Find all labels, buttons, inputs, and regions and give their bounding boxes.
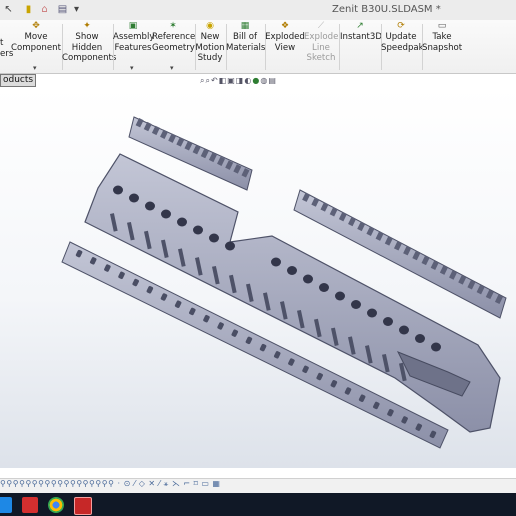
reference-geometry-icon: ✶: [169, 21, 177, 31]
move-component-dropdown-icon[interactable]: ▾: [33, 64, 37, 72]
assembly-features-button[interactable]: ▣ Assembly Features: [113, 21, 155, 53]
vent-hole: [383, 317, 393, 326]
explode-line-icon: ⟋: [317, 21, 325, 31]
take-snapshot-button[interactable]: ▭ Take Snapshot: [422, 22, 462, 53]
reference-geometry-dropdown-icon[interactable]: ▾: [170, 64, 174, 72]
bill-of-materials-button[interactable]: ▦ Bill of Materials: [226, 21, 266, 53]
vent-hole: [335, 291, 345, 301]
options-icon[interactable]: ▮: [22, 3, 35, 16]
vent-hole: [271, 257, 281, 267]
title-bar: ↖ ▮ ⌂ ▤ ▾ Zenit B30U.SLDASM *: [0, 0, 516, 21]
speedpak-icon: ⟳: [397, 21, 405, 31]
file-properties-icon[interactable]: ▤: [56, 3, 69, 16]
command-manager-ribbon: t ers ✥ Move Component ▾ ✦ Show Hidden C…: [0, 20, 516, 74]
move-component-button[interactable]: ✥ Move Component: [11, 22, 61, 53]
snapshot-icon: ▭: [437, 21, 447, 31]
dropdown-arrow-icon[interactable]: ▾: [70, 3, 83, 16]
vent-hole: [113, 185, 123, 195]
vent-hole: [351, 300, 361, 309]
solidworks-icon[interactable]: [22, 497, 38, 513]
vent-hole: [129, 193, 139, 203]
vent-hole: [431, 342, 441, 352]
show-hidden-icon: ✦: [83, 21, 91, 31]
assembly-features-label: Assembly Features: [113, 32, 155, 53]
vent-hole: [415, 334, 425, 343]
start-icon[interactable]: [0, 497, 12, 513]
instant3d-label: Instant3D: [340, 32, 382, 42]
windows-taskbar: [0, 493, 516, 516]
vent-hole: [287, 266, 297, 275]
tab-sw-products[interactable]: oducts: [0, 74, 37, 87]
vent-hole: [193, 225, 203, 235]
vent-hole: [319, 283, 329, 292]
exploded-view-button[interactable]: ❖ Exploded View: [265, 22, 305, 53]
rebuild-icon[interactable]: ⌂: [38, 3, 51, 16]
move-component-label: Move Component: [11, 32, 61, 53]
vent-hole: [303, 274, 313, 284]
partial-ribbon-button[interactable]: t ers: [0, 38, 13, 59]
new-motion-study-label: New Motion Study: [195, 32, 225, 64]
view-orientation-icon[interactable]: ▣: [227, 76, 236, 85]
bill-of-materials-label: Bill of Materials: [226, 32, 266, 53]
select-tool-icon[interactable]: ↖: [2, 3, 15, 16]
new-motion-study-button[interactable]: ◉ New Motion Study: [195, 22, 225, 64]
sketch-toolbar: ⚲⚲⚲⚲⚲⚲⚲⚲⚲⚲⚲⚲⚲⚲⚲⚲⚲⚲ · ⊙ ⁄ ◇ ✕ ⁄ ⚹ ⋋ ⌐ ⌑ ▭…: [0, 478, 516, 493]
show-hidden-label: Show Hidden Components: [62, 32, 117, 64]
vent-hole: [225, 241, 235, 251]
section-view-icon[interactable]: ◧: [219, 76, 228, 85]
instant3d-icon: ↗: [356, 21, 364, 31]
exploded-view-label: Exploded View: [265, 32, 305, 53]
assembly-features-dropdown-icon[interactable]: ▾: [130, 64, 134, 72]
motion-study-icon: ◉: [206, 21, 214, 31]
vent-hole: [367, 308, 377, 318]
vent-hole: [161, 209, 171, 219]
vent-hole: [145, 201, 155, 211]
exploded-view-icon: ❖: [280, 21, 290, 31]
explode-line-sketch-button[interactable]: ⟋ Explode Line Sketch: [304, 22, 338, 64]
move-icon: ✥: [32, 21, 40, 31]
vent-hole: [177, 217, 187, 227]
heads-up-view-toolbar: ⌕⌕↶◧▣◨◐●◍▤: [200, 76, 277, 88]
show-hidden-components-button[interactable]: ✦ Show Hidden Components: [62, 21, 116, 64]
sketch-tools-icon[interactable]: ⚲⚲⚲⚲⚲⚲⚲⚲⚲⚲⚲⚲⚲⚲⚲⚲⚲⚲ · ⊙ ⁄ ◇ ✕ ⁄ ⚹ ⋋ ⌐ ⌑ ▭…: [0, 479, 220, 488]
update-speedpak-button[interactable]: ⟳ Update Speedpak: [381, 21, 424, 53]
chrome-icon[interactable]: [48, 497, 64, 513]
explode-line-sketch-label: Explode Line Sketch: [304, 32, 339, 64]
vent-hole: [209, 233, 219, 243]
instant3d-button[interactable]: ↗ Instant3D: [340, 21, 382, 43]
assembly-model: [61, 116, 507, 449]
reference-geometry-label: Reference Geometry: [152, 32, 196, 53]
bom-icon: ▦: [240, 21, 250, 31]
reference-geometry-button[interactable]: ✶ Reference Geometry: [152, 21, 196, 53]
window-title: Zenit B30U.SLDASM *: [332, 4, 441, 15]
graphics-area[interactable]: [0, 88, 516, 468]
previous-view-icon[interactable]: ↶: [211, 76, 219, 85]
vent-hole: [399, 325, 409, 335]
solidworks-active-icon[interactable]: [74, 497, 92, 515]
assembly-features-icon: ▣: [128, 21, 138, 31]
view-settings-icon[interactable]: ▤: [268, 76, 277, 85]
take-snapshot-label: Take Snapshot: [422, 32, 463, 53]
update-speedpak-label: Update Speedpak: [381, 32, 424, 53]
